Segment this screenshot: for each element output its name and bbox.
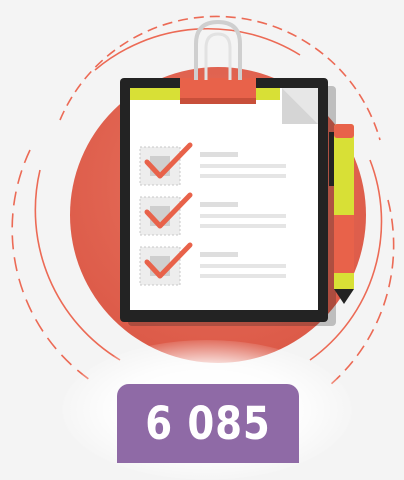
counter-value: 6 085 <box>145 397 271 450</box>
checklist <box>139 142 286 286</box>
counter-badge: 6 085 <box>117 384 299 463</box>
